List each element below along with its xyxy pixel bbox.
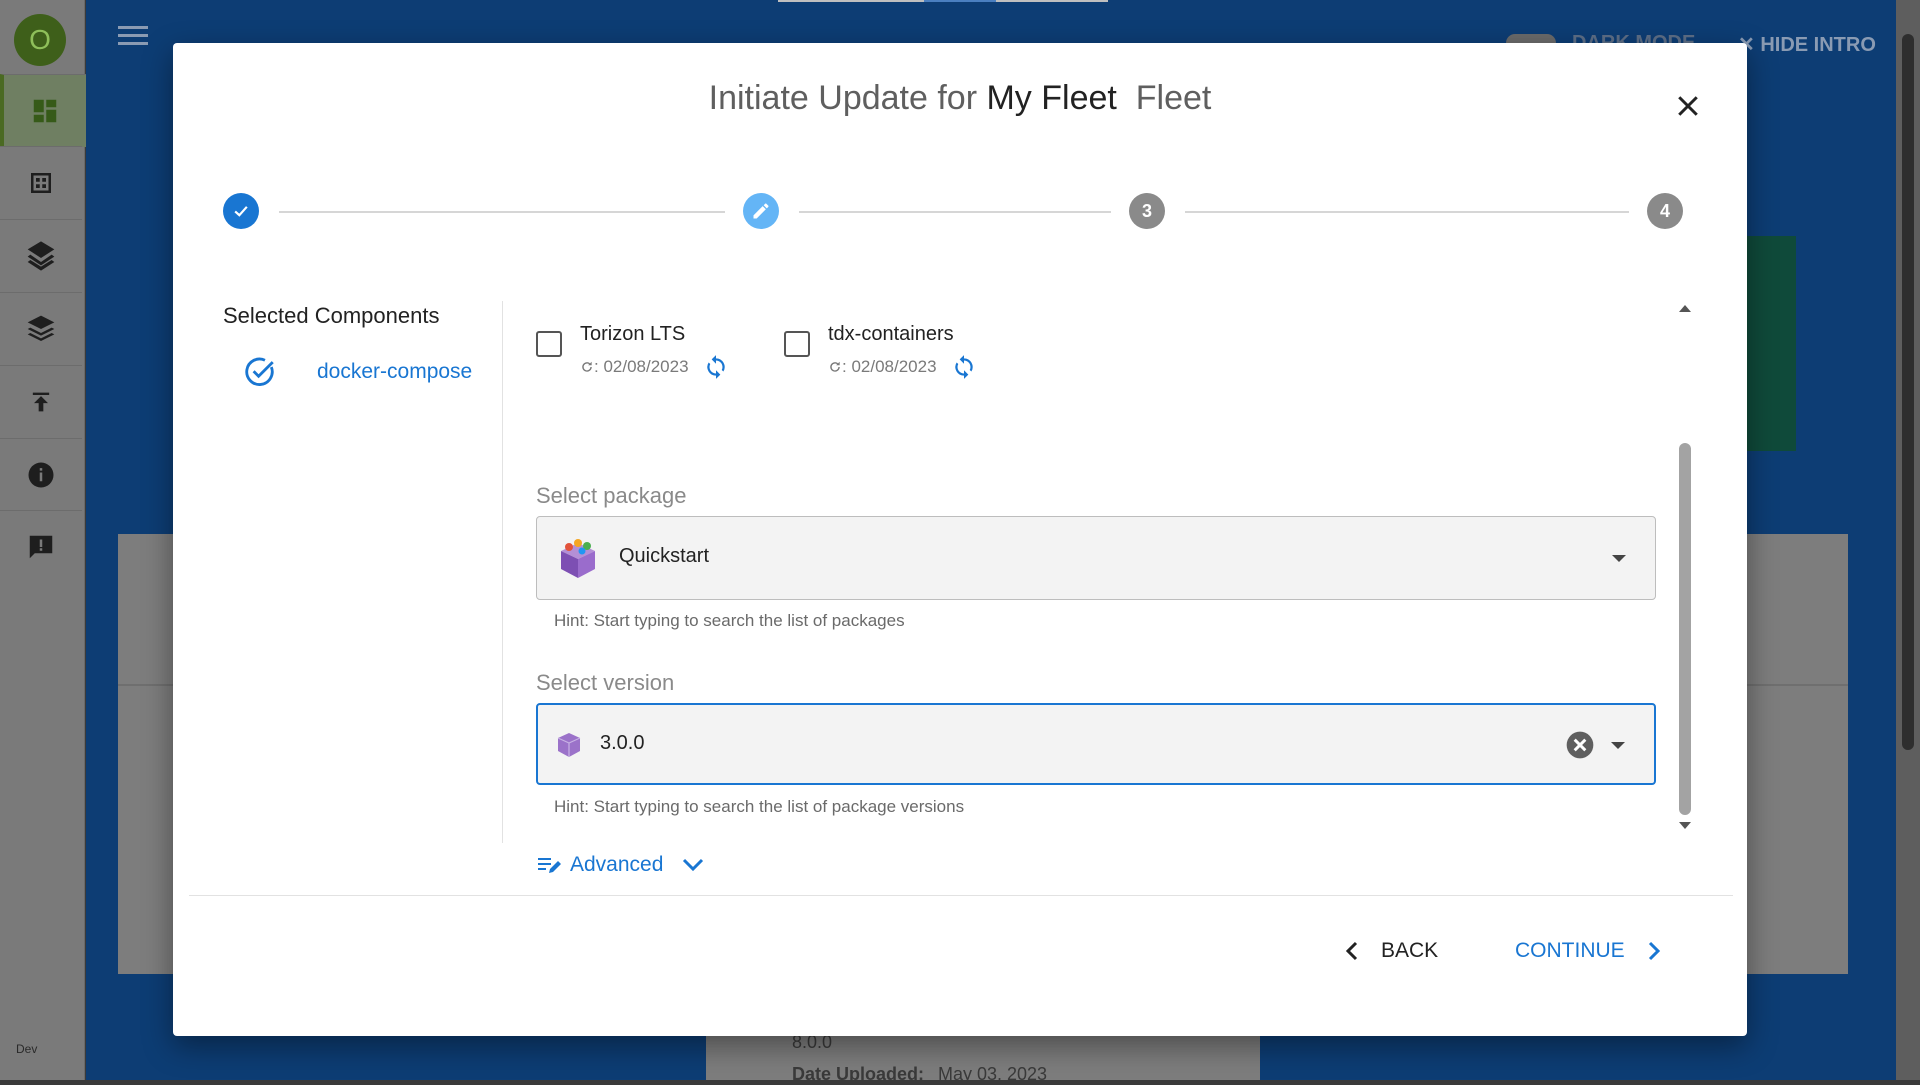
avatar[interactable]: O bbox=[14, 14, 66, 66]
component-name: tdx-containers bbox=[828, 323, 954, 345]
version-label: Select version bbox=[536, 670, 675, 695]
packages-icon bbox=[27, 315, 55, 341]
step-connector bbox=[799, 211, 1111, 213]
fleet-name: My Fleet bbox=[986, 79, 1117, 117]
bg-tab-indicator-2 bbox=[996, 0, 1108, 2]
initiate-update-dialog: Initiate Update for My Fleet Fleet 3 4 S… bbox=[173, 43, 1747, 1036]
package-box-icon bbox=[561, 539, 595, 578]
advanced-label: Advanced bbox=[570, 853, 664, 876]
check-icon bbox=[234, 206, 248, 217]
back-button[interactable]: BACK bbox=[1343, 939, 1438, 963]
clear-icon[interactable] bbox=[1564, 729, 1596, 761]
version-value: 3.0.0 bbox=[600, 732, 645, 754]
bg-tab-indicator-active bbox=[924, 0, 996, 2]
version-package-icon bbox=[557, 733, 581, 757]
package-hint: Hint: Start typing to search the list of… bbox=[554, 611, 905, 630]
layers-icon bbox=[27, 241, 55, 271]
feedback-icon bbox=[29, 535, 53, 559]
tdx-checkbox[interactable] bbox=[784, 331, 810, 357]
scroll-up-icon[interactable] bbox=[1678, 303, 1692, 313]
scroll-down-icon[interactable] bbox=[1678, 821, 1692, 831]
sidebar-item-feedback[interactable] bbox=[0, 510, 82, 583]
component-date: : 02/08/2023 bbox=[828, 354, 977, 380]
board-image bbox=[1746, 236, 1796, 451]
sync-icon[interactable] bbox=[703, 354, 729, 380]
dialog-scrollbar-thumb[interactable] bbox=[1679, 443, 1691, 815]
upload-icon bbox=[32, 392, 50, 412]
selected-component-label: docker-compose bbox=[317, 360, 473, 383]
chevron-right-icon bbox=[1648, 941, 1660, 961]
hide-intro-button[interactable]: ✕ HIDE INTRO bbox=[1738, 32, 1876, 57]
bg-date-label: Date Uploaded: bbox=[792, 1064, 925, 1084]
sidebar-item-layers[interactable] bbox=[0, 219, 82, 292]
step-connector bbox=[1185, 211, 1629, 213]
sync-icon[interactable] bbox=[951, 354, 977, 380]
close-button[interactable] bbox=[1673, 91, 1703, 121]
step-1[interactable] bbox=[223, 193, 259, 229]
package-label: Select package bbox=[536, 483, 687, 508]
sidebar-item-info[interactable] bbox=[0, 438, 82, 511]
sidebar-item-dashboard[interactable] bbox=[0, 74, 86, 147]
step-connector bbox=[279, 211, 725, 213]
environment-label: Dev bbox=[16, 1042, 38, 1056]
step-2[interactable] bbox=[743, 193, 779, 229]
dropdown-arrow-icon[interactable] bbox=[1609, 551, 1629, 565]
bg-date-value: May 03, 2023 bbox=[938, 1064, 1048, 1084]
sidebar-item-devices[interactable] bbox=[0, 146, 82, 219]
advanced-toggle[interactable]: Advanced bbox=[536, 853, 705, 877]
column-divider bbox=[502, 301, 503, 843]
selected-components-title: Selected Components bbox=[223, 303, 440, 328]
version-hint: Hint: Start typing to search the list of… bbox=[554, 797, 965, 816]
page-scrollbar-thumb[interactable] bbox=[1902, 34, 1914, 750]
torizon-checkbox[interactable] bbox=[536, 331, 562, 357]
menu-icon[interactable] bbox=[118, 24, 148, 53]
close-icon bbox=[1678, 96, 1698, 116]
sidebar-item-upload[interactable] bbox=[0, 365, 82, 438]
bg-tab-indicator bbox=[778, 0, 924, 2]
continue-button[interactable]: CONTINUE bbox=[1515, 939, 1663, 963]
refresh-small-icon bbox=[582, 361, 592, 372]
version-select[interactable]: 3.0.0 bbox=[536, 703, 1656, 785]
step-4[interactable]: 4 bbox=[1647, 193, 1683, 229]
sidebar: O Dev bbox=[0, 0, 86, 1080]
info-icon bbox=[28, 462, 54, 488]
component-date: : 02/08/2023 bbox=[580, 354, 729, 380]
pencil-icon bbox=[753, 203, 769, 219]
dropdown-arrow-icon[interactable] bbox=[1608, 738, 1628, 752]
selected-component-item[interactable]: docker-compose bbox=[243, 355, 472, 389]
stepper: 3 4 bbox=[223, 193, 1693, 229]
component-name: Torizon LTS bbox=[580, 323, 686, 345]
package-select[interactable]: Quickstart bbox=[536, 516, 1656, 600]
dashboard-icon bbox=[33, 99, 57, 123]
devices-icon bbox=[31, 173, 51, 193]
component-option-torizon[interactable]: Torizon LTS : 02/08/2023 bbox=[536, 323, 729, 380]
package-value: Quickstart bbox=[619, 545, 710, 567]
edit-notes-icon bbox=[538, 858, 561, 873]
chevron-left-icon bbox=[1345, 941, 1358, 961]
refresh-small-icon bbox=[830, 361, 840, 372]
sidebar-item-packages[interactable] bbox=[0, 292, 82, 365]
chevron-down-icon bbox=[683, 858, 704, 872]
dialog-title: Initiate Update for My Fleet Fleet bbox=[708, 79, 1212, 117]
step-3[interactable]: 3 bbox=[1129, 193, 1165, 229]
component-option-tdx[interactable]: tdx-containers : 02/08/2023 bbox=[784, 323, 977, 380]
selected-components-panel: Selected Components docker-compose bbox=[223, 303, 493, 386]
footer-divider bbox=[189, 895, 1733, 896]
check-circle-icon bbox=[245, 357, 274, 386]
